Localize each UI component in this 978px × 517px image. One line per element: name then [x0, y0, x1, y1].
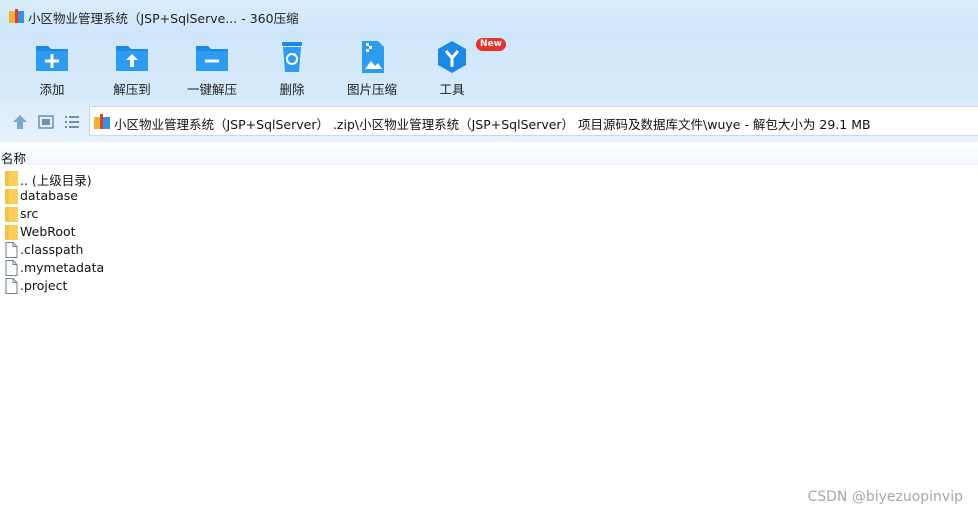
delete-button[interactable]: 删除 [252, 38, 332, 98]
name-column-header[interactable]: 名称 [1, 148, 26, 167]
delete-label: 删除 [279, 82, 305, 97]
file-name: src [20, 206, 39, 221]
file-name: database [20, 188, 78, 203]
list-view-icon[interactable] [63, 113, 81, 131]
path-field[interactable]: 小区物业管理系统（JSP+SqlServer） .zip\小区物业管理系统（JS… [89, 106, 978, 136]
one-click-extract-label: 一键解压 [186, 82, 237, 97]
folder-icon [5, 189, 18, 204]
image-compress-button[interactable]: 图片压缩 [332, 38, 412, 98]
folder-icon [5, 171, 18, 186]
list-item[interactable]: WebRoot [0, 223, 978, 241]
tools-button[interactable]: New 工具 [412, 38, 506, 98]
folder-icon [5, 207, 18, 222]
list-item[interactable]: src [0, 205, 978, 223]
recycle-bin-icon [282, 42, 302, 72]
thumbnail-view-icon[interactable] [37, 113, 55, 131]
image-compress-icon [362, 41, 384, 73]
title-bar: 小区物业管理系统（JSP+SqlServe... - 360压缩 [0, 0, 978, 32]
file-name: .project [20, 278, 68, 293]
extract-to-button[interactable]: 解压到 [92, 38, 172, 98]
file-name: WebRoot [20, 224, 76, 239]
extract-to-folder-icon [116, 46, 148, 71]
tools-label: 工具 [439, 82, 465, 97]
list-item[interactable]: .. (上级目录) [0, 169, 978, 188]
archive-logo-icon [9, 9, 24, 23]
list-item[interactable]: .classpath [0, 241, 978, 259]
image-compress-label: 图片压缩 [346, 82, 397, 97]
file-icon [5, 242, 18, 258]
extract-to-label: 解压到 [113, 82, 151, 97]
path-text: 小区物业管理系统（JSP+SqlServer） .zip\小区物业管理系统（JS… [114, 117, 871, 132]
window-title: 小区物业管理系统（JSP+SqlServe... - 360压缩 [28, 11, 299, 26]
up-arrow-icon[interactable] [11, 113, 29, 131]
one-click-extract-button[interactable]: 一键解压 [172, 38, 252, 98]
list-item[interactable]: .mymetadata [0, 259, 978, 277]
list-item[interactable]: .project [0, 277, 978, 295]
file-name: .mymetadata [20, 260, 105, 275]
file-name: .classpath [20, 242, 84, 257]
file-icon [5, 278, 18, 294]
new-badge: New [476, 38, 506, 51]
add-folder-icon [36, 46, 68, 71]
add-label: 添加 [39, 82, 65, 97]
tools-icon [438, 41, 466, 73]
watermark: CSDN @biyezuopinvip [807, 489, 963, 505]
add-button[interactable]: 添加 [12, 38, 92, 98]
file-list: .. (上级目录) database src WebRoot .classpat… [0, 169, 978, 295]
list-item[interactable]: database [0, 187, 978, 205]
toolbar: 添加 解压到 一键解压 删除 图片压缩 New 工具 [0, 32, 978, 102]
archive-file-icon [94, 114, 110, 129]
file-icon [5, 260, 18, 276]
list-header: 名称 [0, 143, 978, 167]
folder-icon [5, 225, 18, 240]
one-click-extract-folder-icon [196, 46, 228, 71]
